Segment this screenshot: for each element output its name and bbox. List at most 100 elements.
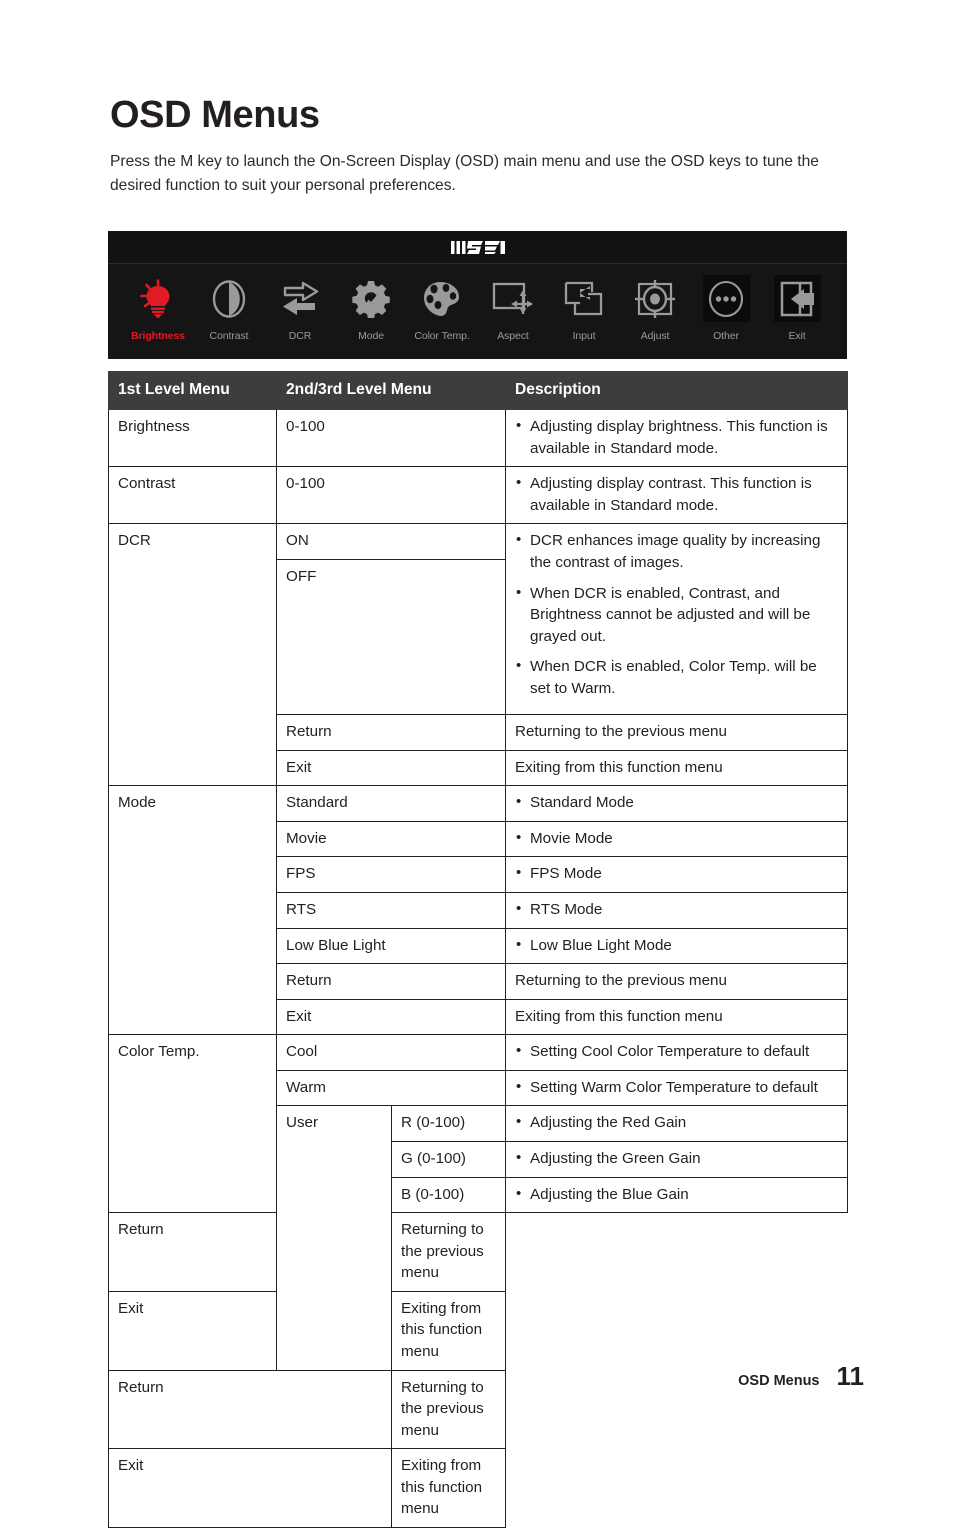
bullet: When DCR is enabled, Color Temp. will be… [515, 655, 838, 699]
cell-desc-dcr: DCR enhances image quality by increasing… [505, 523, 849, 716]
cell-mode-movie-desc: Movie Mode [505, 820, 849, 858]
table-row: Contrast 0-100 Adjusting display contras… [108, 466, 849, 525]
cell-colortemp-user: User [276, 1105, 392, 1371]
cell-colortemp-cool-desc: Setting Cool Color Temperature to defaul… [505, 1034, 849, 1071]
osd-item-mode[interactable]: Mode [337, 275, 405, 342]
cell-colortemp-warm-desc: Setting Warm Color Temperature to defaul… [505, 1069, 849, 1107]
intro-paragraph: Press the M key to launch the On-Screen … [110, 153, 819, 194]
contrast-circle-icon [206, 275, 253, 322]
cell-dcr-exit-desc: Exiting from this function menu [505, 749, 849, 787]
color-palette-icon [419, 275, 466, 322]
cell-colortemp-cool: Cool [275, 1034, 507, 1071]
table-row: DCR ON DCR enhances image quality by inc… [108, 523, 849, 787]
cell-mode-rts-desc: RTS Mode [505, 891, 849, 929]
cell-mode-return-desc: Returning to the previous menu [505, 963, 849, 1000]
cell-menu-brightness: Brightness [108, 409, 277, 468]
footer-section-label: OSD Menus [738, 1373, 820, 1389]
osd-label-input: Input [572, 330, 596, 342]
bullet: Adjusting display brightness. This funct… [515, 415, 838, 459]
table-row: Mode Standard Standard Mode [108, 785, 849, 1036]
adjust-target-icon [632, 275, 679, 322]
mode-gear-check-icon [348, 275, 395, 322]
osd-item-aspect[interactable]: Aspect [479, 275, 547, 342]
cell-colortemp-user-exit-desc: Exiting from this function menu [390, 1290, 507, 1371]
cell-mode-fps-desc: FPS Mode [505, 856, 849, 893]
cell-range-brightness: 0-100 [275, 409, 507, 468]
bullet: FPS Mode [515, 862, 838, 885]
cell-mode-fps: FPS [275, 856, 507, 893]
cell-colortemp-b: B (0-100) [390, 1176, 507, 1214]
osd-item-contrast[interactable]: Contrast [195, 275, 263, 342]
bullet: Setting Cool Color Temperature to defaul… [515, 1040, 838, 1063]
cell-colortemp-r: R (0-100) [390, 1105, 507, 1142]
osd-label-exit: Exit [788, 330, 806, 342]
cell-mode-standard: Standard [275, 785, 507, 822]
osd-item-input[interactable]: Input [550, 275, 618, 342]
bullet: DCR enhances image quality by increasing… [515, 529, 838, 573]
cell-menu-dcr: DCR [108, 523, 277, 787]
bullet: Standard Mode [515, 791, 838, 814]
osd-logo-bar [108, 231, 847, 264]
cell-colortemp-exit: Exit [108, 1448, 392, 1528]
other-ellipsis-icon [702, 275, 750, 322]
footer-page-number: 11 [836, 1361, 865, 1391]
table-header-description: Description [505, 370, 849, 411]
cell-colortemp-r-desc: Adjusting the Red Gain [505, 1105, 849, 1142]
table-row: Brightness 0-100 Adjusting display brigh… [108, 409, 849, 468]
input-source-icon [561, 275, 608, 322]
cell-colortemp-warm: Warm [275, 1069, 507, 1107]
osd-label-color-temp: Color Temp. [414, 330, 470, 342]
cell-menu-colortemp: Color Temp. [108, 1034, 277, 1214]
bullet: Setting Warm Color Temperature to defaul… [515, 1076, 838, 1099]
exit-arrow-icon [773, 275, 821, 322]
bullet: Adjusting the Red Gain [515, 1111, 838, 1134]
osd-item-adjust[interactable]: Adjust [621, 275, 689, 342]
osd-label-aspect: Aspect [497, 330, 529, 342]
cell-dcr-off: OFF [275, 559, 507, 716]
bullet: RTS Mode [515, 898, 838, 921]
osd-label-contrast: Contrast [209, 330, 249, 342]
osd-item-dcr[interactable]: DCR [266, 275, 334, 342]
osd-label-adjust: Adjust [640, 330, 670, 342]
bullet: Adjusting the Green Gain [515, 1147, 838, 1170]
cell-desc-contrast: Adjusting display contrast. This functio… [505, 466, 849, 525]
bullet: When DCR is enabled, Contrast, and Brigh… [515, 582, 838, 648]
msi-logo-icon [450, 240, 505, 254]
cell-desc-brightness: Adjusting display brightness. This funct… [505, 409, 849, 468]
cell-colortemp-user-return: Return [108, 1212, 277, 1292]
osd-item-exit[interactable]: Exit [763, 275, 831, 342]
cell-mode-lowblue-desc: Low Blue Light Mode [505, 927, 849, 965]
cell-range-contrast: 0-100 [275, 466, 507, 525]
cell-colortemp-exit-desc: Exiting from this function menu [390, 1448, 507, 1528]
cell-colortemp-g: G (0-100) [390, 1140, 507, 1178]
osd-item-other[interactable]: Other [692, 275, 760, 342]
osd-menu-panel: Brightness Contrast DCR Mode Color Temp.… [108, 231, 847, 359]
cell-mode-return: Return [275, 963, 507, 1000]
cell-mode-exit-desc: Exiting from this function menu [505, 998, 849, 1036]
cell-mode-movie: Movie [275, 820, 507, 858]
page-title: OSD Menus [110, 94, 320, 136]
cell-colortemp-return: Return [108, 1369, 392, 1450]
table-header-level2: 2nd/3rd Level Menu [275, 370, 507, 411]
cell-dcr-return: Return [275, 714, 507, 751]
osd-label-dcr: DCR [288, 330, 312, 342]
bullet: Movie Mode [515, 827, 838, 850]
cell-colortemp-b-desc: Adjusting the Blue Gain [505, 1176, 849, 1214]
document-page: OSD Menus Press the M key to launch the … [0, 0, 954, 1528]
table-row: Return Returning to the previous menu [108, 1369, 848, 1450]
table-row: Exit Exiting from this function menu [108, 1290, 848, 1371]
cell-mode-standard-desc: Standard Mode [505, 785, 849, 822]
osd-item-color-temp[interactable]: Color Temp. [408, 275, 476, 342]
bullet: Adjusting display contrast. This functio… [515, 472, 838, 516]
brightness-bulb-icon [135, 275, 182, 322]
osd-label-other: Other [713, 330, 739, 342]
osd-item-brightness[interactable]: Brightness [124, 275, 192, 342]
cell-menu-mode: Mode [108, 785, 277, 1036]
bullet: Low Blue Light Mode [515, 934, 838, 957]
cell-mode-exit: Exit [275, 998, 507, 1036]
bullet: Adjusting the Blue Gain [515, 1183, 838, 1206]
page-footer: OSD Menus 11 [738, 1361, 864, 1392]
cell-menu-contrast: Contrast [108, 466, 277, 525]
cell-colortemp-g-desc: Adjusting the Green Gain [505, 1140, 849, 1178]
cell-colortemp-user-return-desc: Returning to the previous menu [390, 1212, 507, 1292]
